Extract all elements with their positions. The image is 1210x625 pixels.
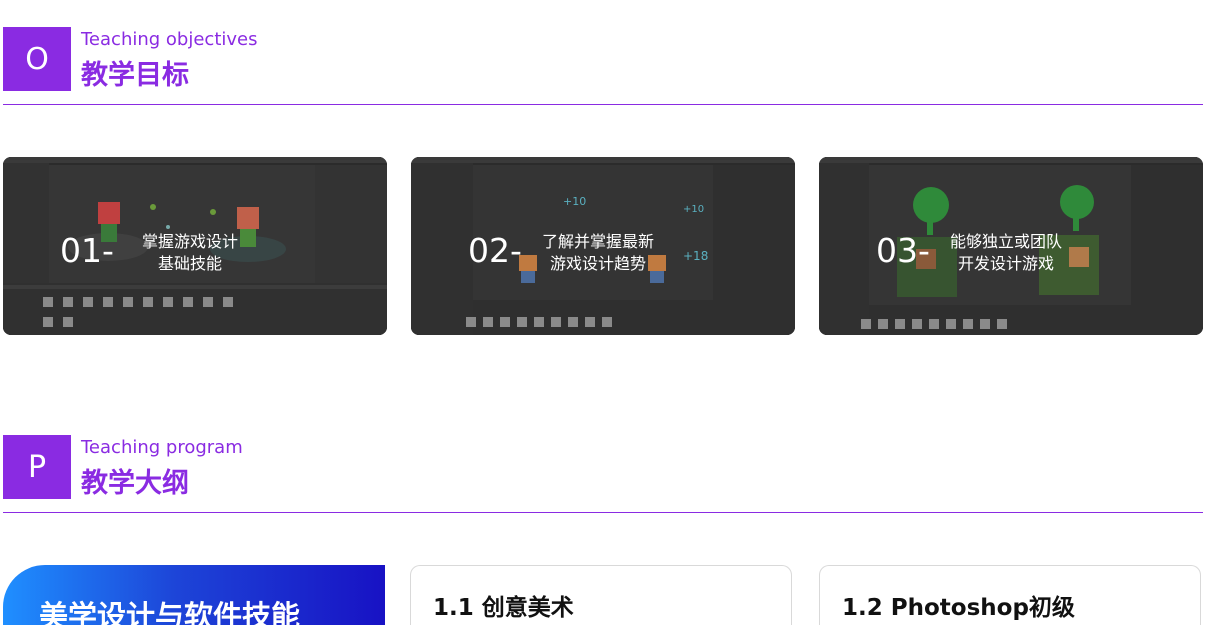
- objective-cards: 01- 掌握游戏设计 基础技能 +10 +10 +18 02- 了解并掌握最新 …: [3, 157, 1203, 335]
- objectives-title-zh: 教学目标: [81, 60, 189, 91]
- objective-card-2[interactable]: +10 +10 +18 02- 了解并掌握最新 游戏设计趋势: [411, 157, 795, 335]
- program-section: P Teaching program 教学大纲: [3, 435, 1203, 515]
- objectives-letter-badge: O: [3, 27, 71, 91]
- objective-number: 03-: [876, 231, 930, 270]
- objective-number: 01-: [60, 231, 114, 270]
- program-letter-badge: P: [3, 435, 71, 499]
- program-feature-card[interactable]: 美学设计与软件技能: [3, 565, 385, 625]
- objective-text-line1: 掌握游戏设计: [141, 232, 238, 251]
- program-title-zh: 教学大纲: [81, 468, 189, 499]
- objective-text-line2: 基础技能: [157, 254, 222, 273]
- objective-card-3[interactable]: 03- 能够独立或团队 开发设计游戏: [819, 157, 1203, 335]
- objective-text-line2: 开发设计游戏: [957, 254, 1054, 273]
- objective-text: 了解并掌握最新 游戏设计趋势: [533, 231, 663, 275]
- objective-text-line1: 能够独立或团队: [949, 232, 1062, 251]
- objective-text-line2: 游戏设计趋势: [549, 254, 646, 273]
- program-outline: 美学设计与软件技能 1.1 创意美术 1.2 Photoshop初级: [3, 565, 1203, 625]
- objective-text: 掌握游戏设计 基础技能: [125, 231, 255, 275]
- program-divider: [3, 512, 1203, 513]
- objective-card-1[interactable]: 01- 掌握游戏设计 基础技能: [3, 157, 387, 335]
- objective-text-line1: 了解并掌握最新: [541, 232, 654, 251]
- objectives-title-en: Teaching objectives: [81, 29, 258, 50]
- program-item-title: 1.2 Photoshop初级: [842, 595, 1075, 621]
- objectives-header: O Teaching objectives 教学目标: [3, 27, 1203, 107]
- svg-text:+18: +18: [683, 249, 708, 263]
- program-header: P Teaching program 教学大纲: [3, 435, 1203, 515]
- objective-text: 能够独立或团队 开发设计游戏: [941, 231, 1071, 275]
- svg-text:+10: +10: [683, 204, 704, 215]
- program-item-card-1[interactable]: 1.1 创意美术: [410, 565, 792, 625]
- objective-number: 02-: [468, 231, 522, 270]
- program-feature-title: 美学设计与软件技能: [39, 599, 301, 625]
- program-item-title: 1.1 创意美术: [433, 595, 574, 621]
- program-title-en: Teaching program: [81, 437, 243, 458]
- program-item-card-2[interactable]: 1.2 Photoshop初级: [819, 565, 1201, 625]
- svg-text:+10: +10: [563, 195, 586, 208]
- objectives-section: O Teaching objectives 教学目标: [3, 27, 1203, 107]
- objectives-divider: [3, 104, 1203, 105]
